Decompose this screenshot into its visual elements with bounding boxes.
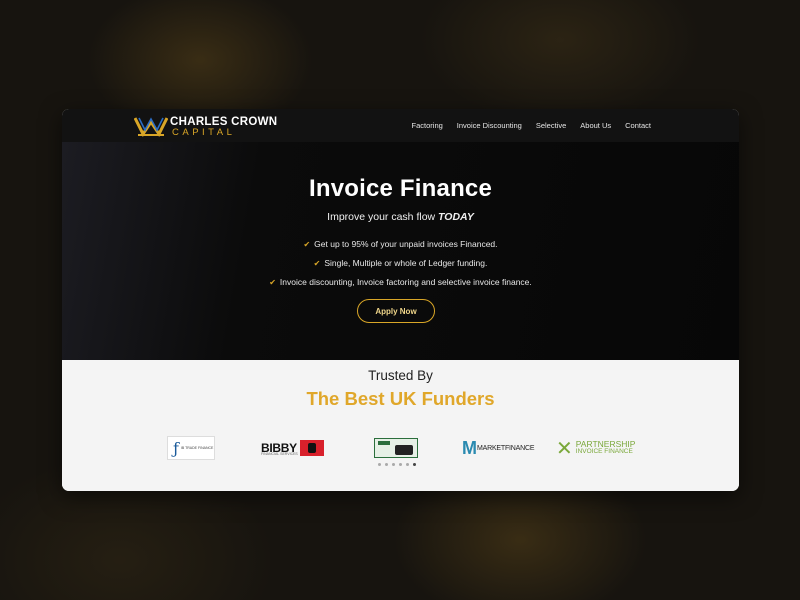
- hero-section: Invoice Finance Improve your cash flow T…: [62, 142, 739, 360]
- carousel-dots: [378, 463, 416, 466]
- nav-contact[interactable]: Contact: [625, 121, 651, 130]
- marketfinance-logo[interactable]: M MARKETFINANCE: [462, 436, 536, 460]
- brand-logo[interactable]: CHARLES CROWN CAPITAL: [134, 115, 294, 139]
- partnership-line2: INVOICE FINANCE: [575, 448, 633, 455]
- lloyds-horse-icon: [374, 438, 418, 458]
- carousel-dot[interactable]: [378, 463, 381, 466]
- hero-benefits-list: ✔ Get up to 95% of your unpaid invoices F…: [62, 235, 739, 292]
- apply-now-button[interactable]: Apply Now: [357, 299, 435, 323]
- brand-tagline: CAPITAL: [172, 127, 236, 138]
- marketfinance-text: MARKETFINANCE: [477, 444, 535, 452]
- benefit-item: ✔ Single, Multiple or whole of Ledger fun…: [62, 254, 739, 273]
- funders-heading: Trusted By: [368, 368, 433, 383]
- bibby-flag-icon: [299, 440, 324, 456]
- carousel-dot[interactable]: [392, 463, 395, 466]
- partnership-line1: PARTNERSHIP: [575, 439, 636, 449]
- nav-selective[interactable]: Selective: [536, 121, 566, 130]
- benefit-item: ✔ Get up to 95% of your unpaid invoices F…: [62, 235, 739, 254]
- ff-logo-text: IB TRADE FINANCE: [180, 446, 214, 450]
- nav-invoice-discounting[interactable]: Invoice Discounting: [457, 121, 522, 130]
- bibby-logo[interactable]: BIBBY FINANCIAL SERVICES: [261, 436, 331, 460]
- hero-subtitle: Improve your cash flow TODAY: [62, 211, 739, 223]
- check-icon: ✔: [313, 259, 321, 268]
- benefit-text: Get up to 95% of your unpaid invoices Fi…: [314, 239, 498, 249]
- hero-title: Invoice Finance: [308, 175, 493, 202]
- nav-about-us[interactable]: About Us: [580, 121, 611, 130]
- ff-logo[interactable]: ƒ IB TRADE FINANCE: [167, 436, 215, 460]
- crown-w-icon: [134, 117, 168, 137]
- carousel-dot[interactable]: [406, 463, 409, 466]
- hero-subtitle-text: Improve your cash flow: [327, 211, 439, 223]
- partnership-logo[interactable]: ✕ PARTNERSHIP INVOICE FINANCE: [556, 436, 648, 460]
- carousel-dot[interactable]: [399, 463, 402, 466]
- funder-logos-carousel: ƒ IB TRADE FINANCE BIBBY FINANCIAL SERVI…: [62, 436, 739, 466]
- lloyds-logo[interactable]: [374, 436, 418, 460]
- nav-factoring[interactable]: Factoring: [412, 121, 443, 130]
- marketfinance-mark: M: [462, 437, 477, 458]
- carousel-dot-active[interactable]: [413, 463, 416, 466]
- top-navbar: CHARLES CROWN CAPITAL Factoring Invoice …: [62, 109, 739, 142]
- benefit-text: Single, Multiple or whole of Ledger fund…: [324, 258, 488, 268]
- funders-section: Trusted By The Best UK Funders ƒ IB TRAD…: [62, 360, 739, 491]
- check-icon: ✔: [303, 240, 311, 249]
- benefit-item: ✔ Invoice discounting, Invoice factoring …: [62, 273, 739, 292]
- ff-logo-mark: ƒ: [173, 438, 179, 458]
- main-menu: Factoring Invoice Discounting Selective …: [412, 109, 651, 142]
- check-icon: ✔: [269, 278, 276, 287]
- hero-subtitle-emphasis: TODAY: [438, 211, 474, 223]
- benefit-text: Invoice discounting, Invoice factoring a…: [279, 277, 532, 287]
- carousel-dot[interactable]: [385, 463, 388, 466]
- funders-subheading: The Best UK Funders: [306, 388, 495, 409]
- website-preview-card: CHARLES CROWN CAPITAL Factoring Invoice …: [62, 109, 739, 491]
- bibby-logo-sub: FINANCIAL SERVICES: [261, 452, 298, 456]
- partnership-x-icon: ✕: [556, 437, 573, 460]
